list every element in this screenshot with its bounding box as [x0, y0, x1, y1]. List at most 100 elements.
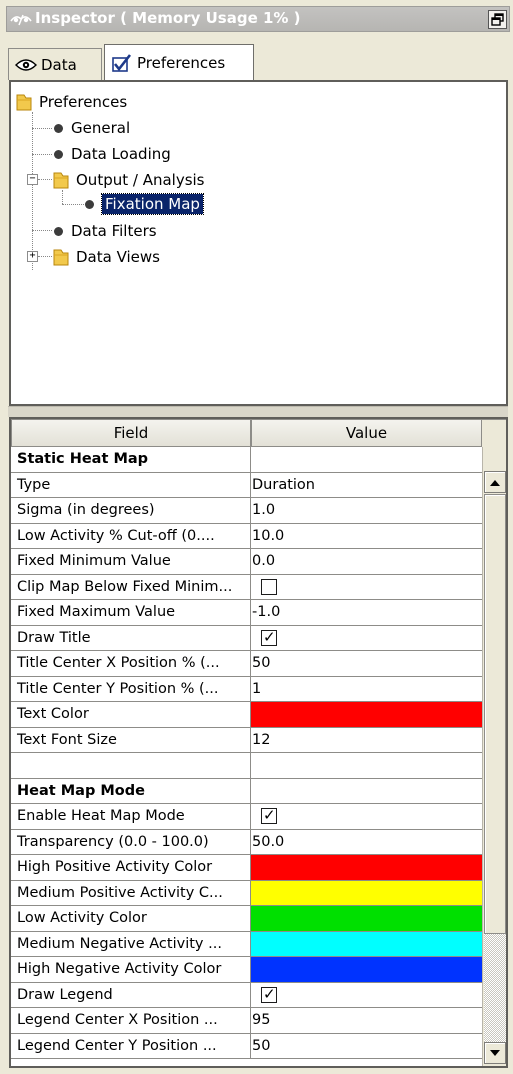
table-row[interactable]: [11, 753, 482, 779]
value-checkbox[interactable]: ✓: [261, 628, 277, 646]
color-value-cell[interactable]: [251, 957, 482, 982]
scroll-track[interactable]: [484, 934, 506, 1042]
table-row[interactable]: High Negative Activity Color: [11, 957, 482, 983]
expand-toggle[interactable]: +: [27, 251, 38, 262]
value-cell[interactable]: -1.0: [251, 600, 482, 625]
tree-item-output-analysis[interactable]: Output / Analysis: [52, 168, 205, 192]
tree-connector: [38, 179, 52, 180]
scroll-up-button[interactable]: [484, 471, 506, 493]
tree-item-general[interactable]: General: [54, 116, 130, 140]
field-cell: Fixed Maximum Value: [11, 600, 251, 625]
value-cell[interactable]: [251, 753, 482, 778]
color-swatch[interactable]: [251, 931, 482, 956]
color-value-cell[interactable]: [251, 931, 482, 956]
table-row[interactable]: Enable Heat Map Mode ✓: [11, 804, 482, 830]
value-cell[interactable]: 12: [251, 728, 482, 753]
color-swatch[interactable]: [251, 880, 482, 905]
vertical-scrollbar[interactable]: [482, 447, 506, 1066]
color-value-cell[interactable]: [251, 702, 482, 727]
tab-data[interactable]: Data: [8, 48, 102, 80]
color-value-cell[interactable]: [251, 880, 482, 905]
column-header-value[interactable]: Value: [251, 419, 482, 447]
value-cell[interactable]: 50: [251, 651, 482, 676]
table-row[interactable]: Type Duration: [11, 472, 482, 498]
tab-preferences[interactable]: Preferences: [104, 44, 254, 81]
table-row[interactable]: Static Heat Map: [11, 447, 482, 473]
title-bar[interactable]: Inspector ( Memory Usage 1% ): [6, 6, 510, 32]
tree-connector: [32, 112, 33, 270]
table-row[interactable]: Low Activity Color: [11, 906, 482, 932]
table-row[interactable]: Title Center X Position % (... 50: [11, 651, 482, 677]
window-title: Inspector ( Memory Usage 1% ): [35, 9, 301, 27]
bullet-icon: [54, 123, 63, 133]
tab-preferences-label: Preferences: [137, 54, 226, 72]
table-row[interactable]: Text Font Size 12: [11, 727, 482, 753]
collapse-toggle[interactable]: −: [27, 174, 38, 185]
tree-item-preferences[interactable]: Preferences: [15, 90, 127, 114]
value-cell[interactable]: 1.0: [251, 498, 482, 523]
value-cell[interactable]: 50.0: [251, 830, 482, 855]
value-cell[interactable]: Duration: [251, 473, 482, 498]
scroll-down-button[interactable]: [484, 1042, 506, 1064]
value-cell[interactable]: 10.0: [251, 524, 482, 549]
table-row[interactable]: High Positive Activity Color: [11, 855, 482, 881]
value-cell[interactable]: [251, 779, 482, 804]
properties-table[interactable]: Field Value Static Heat Map Type Duration S…: [9, 417, 508, 1068]
tree-item-fixation-map[interactable]: Fixation Map: [85, 192, 204, 216]
color-swatch[interactable]: [251, 957, 482, 982]
table-row[interactable]: Low Activity % Cut-off (0.... 10.0: [11, 523, 482, 549]
checkbox-value-cell[interactable]: [251, 575, 482, 600]
table-row[interactable]: Fixed Maximum Value -1.0: [11, 600, 482, 626]
value-cell[interactable]: 0.0: [251, 549, 482, 574]
table-row[interactable]: Legend Center Y Position ... 50: [11, 1033, 482, 1059]
color-value-cell[interactable]: [251, 906, 482, 931]
checkbox-icon: [112, 54, 132, 72]
eye-icon: [15, 58, 37, 71]
tab-data-label: Data: [41, 55, 77, 74]
checkbox-value-cell[interactable]: ✓: [251, 983, 482, 1008]
table-row[interactable]: Text Color: [11, 702, 482, 728]
checkbox-value-cell[interactable]: ✓: [251, 626, 482, 651]
field-cell: Low Activity % Cut-off (0....: [11, 523, 251, 548]
scroll-thumb[interactable]: [484, 494, 506, 934]
panel-splitter[interactable]: [8, 406, 508, 417]
restore-window-button[interactable]: [488, 10, 507, 29]
color-value-cell[interactable]: [251, 855, 482, 880]
table-row[interactable]: Heat Map Mode: [11, 778, 482, 804]
value-cell[interactable]: 50: [251, 1034, 482, 1059]
preferences-tree[interactable]: Preferences General Data Loading − Outpu…: [9, 80, 508, 406]
tree-item-data-loading[interactable]: Data Loading: [54, 142, 171, 166]
tree-item-data-filters[interactable]: Data Filters: [54, 219, 157, 243]
value-checkbox[interactable]: ✓: [261, 985, 277, 1003]
field-cell: Enable Heat Map Mode: [11, 804, 251, 829]
value-cell[interactable]: [251, 447, 482, 472]
tree-item-label: Data Filters: [71, 222, 157, 240]
table-row[interactable]: Medium Positive Activity C...: [11, 880, 482, 906]
table-row[interactable]: Legend Center X Position ... 95: [11, 1008, 482, 1034]
tree-connector: [32, 154, 52, 155]
value-cell[interactable]: 95: [251, 1008, 482, 1033]
table-row[interactable]: Clip Map Below Fixed Minim...: [11, 574, 482, 600]
tree-item-data-views[interactable]: Data Views: [52, 245, 160, 269]
eye-tracking-icon: [10, 14, 32, 26]
color-swatch[interactable]: [251, 906, 482, 931]
table-row[interactable]: Sigma (in degrees) 1.0: [11, 498, 482, 524]
table-row[interactable]: Draw Legend ✓: [11, 982, 482, 1008]
table-row[interactable]: Fixed Minimum Value 0.0: [11, 549, 482, 575]
table-row[interactable]: Medium Negative Activity ...: [11, 931, 482, 957]
column-header-field[interactable]: Field: [11, 419, 251, 447]
field-cell: High Negative Activity Color: [11, 957, 251, 982]
tree-item-label: Output / Analysis: [76, 171, 205, 189]
table-row[interactable]: Title Center Y Position % (... 1: [11, 676, 482, 702]
color-swatch[interactable]: [251, 702, 482, 727]
field-cell: Text Font Size: [11, 727, 251, 752]
value-checkbox[interactable]: ✓: [261, 806, 277, 825]
field-cell: Text Color: [11, 702, 251, 727]
table-row[interactable]: Transparency (0.0 - 100.0) 50.0: [11, 829, 482, 855]
table-header: Field Value: [11, 419, 506, 447]
checkbox-value-cell[interactable]: ✓: [251, 804, 482, 829]
value-cell[interactable]: 1: [251, 677, 482, 702]
color-swatch[interactable]: [251, 855, 482, 880]
value-checkbox[interactable]: [261, 578, 277, 595]
table-row[interactable]: Draw Title ✓: [11, 625, 482, 651]
